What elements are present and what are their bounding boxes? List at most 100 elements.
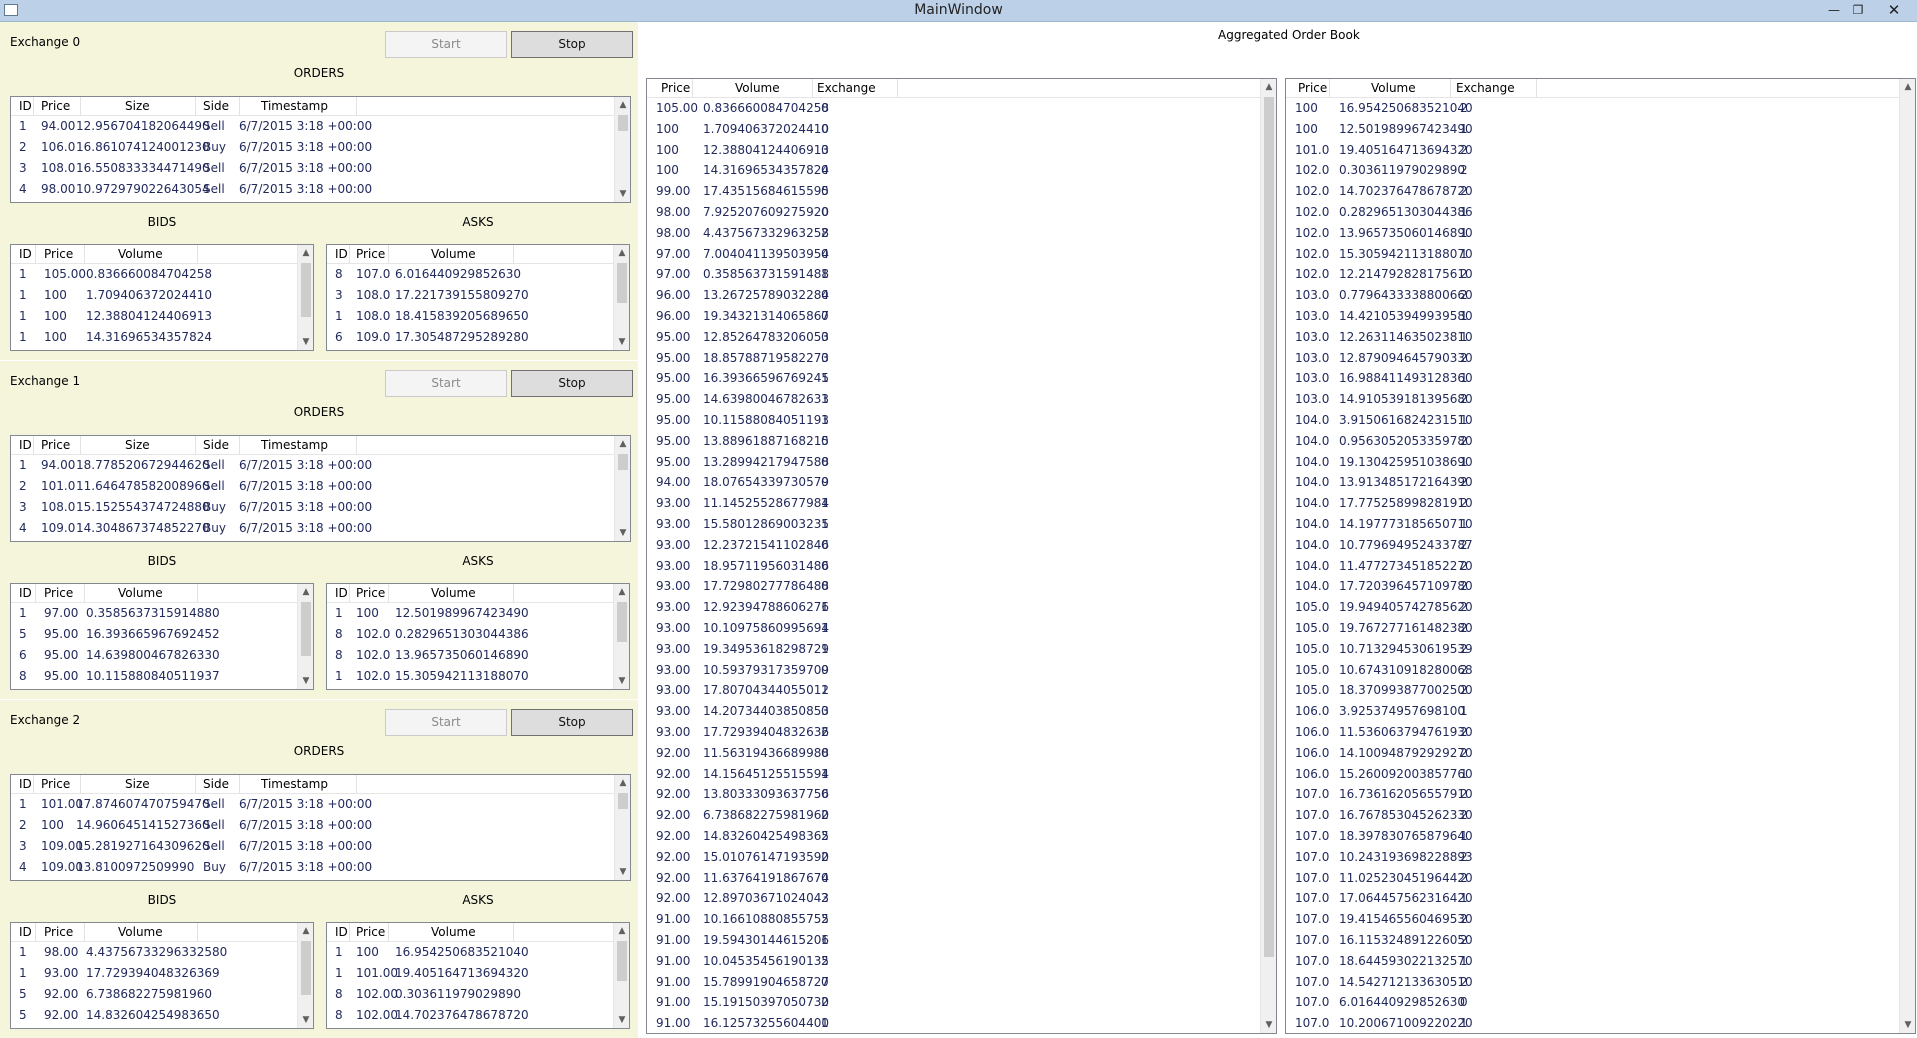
scroll-up-arrow-icon[interactable]: ▲ xyxy=(615,775,630,791)
table-row[interactable]: 4 98.00 10.972979022643054 Sell 6/7/2015 3:1… xyxy=(11,179,614,200)
table-row[interactable]: 96.00 13.26725789032284 0 xyxy=(647,285,1260,306)
table-row[interactable]: 93.00 18.95711956031486 0 xyxy=(647,556,1260,577)
table-row[interactable]: 106.0 15.260092003857760 1 xyxy=(1286,764,1899,785)
column-header[interactable]: ID xyxy=(19,247,32,261)
table-row[interactable]: 93.00 19.34953618298729 1 xyxy=(647,639,1260,660)
table-row[interactable]: 102.0 15.305942113188070 1 xyxy=(1286,244,1899,265)
vertical-scrollbar[interactable]: ▲ ▼ xyxy=(613,923,629,1028)
table-row[interactable]: 8 102.0 0.2829651303044386 xyxy=(327,624,613,645)
table-row[interactable]: 1 98.00 4.43756733296332580 xyxy=(11,942,297,963)
scroll-thumb[interactable] xyxy=(618,454,628,470)
table-row[interactable]: 107.0 17.064457562316420 1 xyxy=(1286,888,1899,909)
table-row[interactable]: 107.0 18.397830765879640 1 xyxy=(1286,826,1899,847)
column-header[interactable]: Timestamp xyxy=(261,438,328,452)
scroll-up-arrow-icon[interactable]: ▲ xyxy=(615,436,630,452)
column-header[interactable]: ID xyxy=(335,247,348,261)
table-row[interactable]: 91.00 19.59430144615206 1 xyxy=(647,930,1260,951)
aggregated-bids-grid[interactable]: Price Volume Exchange 105.00 0.8366600847042… xyxy=(646,78,1277,1034)
column-separator[interactable] xyxy=(84,584,85,602)
column-header[interactable]: Price xyxy=(661,81,690,95)
table-row[interactable]: 106.0 11.536063794761930 2 xyxy=(1286,722,1899,743)
minimize-icon[interactable]: — xyxy=(1824,1,1844,19)
table-row[interactable]: 103.0 0.7796433338800660 2 xyxy=(1286,285,1899,306)
table-row[interactable]: 94.00 18.07654339730579 0 xyxy=(647,472,1260,493)
table-row[interactable]: 105.0 19.949405742785620 2 xyxy=(1286,597,1899,618)
aggregated-asks-grid[interactable]: Price Volume Exchange 100 16.9542506835210​4… xyxy=(1285,78,1916,1034)
table-row[interactable]: 3 108.0 16.550833334471490 Sell 6/7/2015 3:1… xyxy=(11,158,614,179)
table-row[interactable]: 93.00 17.72980277786488 0 xyxy=(647,576,1260,597)
column-separator[interactable] xyxy=(80,97,81,115)
table-row[interactable]: 5 95.00 16.393665967692452 xyxy=(11,624,297,645)
table-row[interactable]: 107.0 16.115324891226050 2 xyxy=(1286,930,1899,951)
column-separator[interactable] xyxy=(897,79,898,97)
column-header[interactable]: Volume xyxy=(118,925,163,939)
table-row[interactable]: 95.00 14.63980046782633 1 xyxy=(647,389,1260,410)
table-row[interactable]: 91.00 10.04535456190135 2 xyxy=(647,951,1260,972)
column-separator[interactable] xyxy=(1536,79,1537,97)
table-row[interactable]: 92.00 15.01076147193590 2 xyxy=(647,847,1260,868)
column-header[interactable]: Side xyxy=(203,777,229,791)
column-separator[interactable] xyxy=(349,923,350,941)
vertical-scrollbar[interactable]: ▲ ▼ xyxy=(614,775,630,880)
table-row[interactable]: 105.0 10.713294530619539 2 xyxy=(1286,639,1899,660)
table-row[interactable]: 93.00 17.72939404832636 2 xyxy=(647,722,1260,743)
table-row[interactable]: 106.0 3.925374957698100 1 xyxy=(1286,701,1899,722)
column-separator[interactable] xyxy=(356,775,357,793)
table-row[interactable]: 104.0 19.130425951038690 1 xyxy=(1286,452,1899,473)
table-row[interactable]: 92.00 12.89703671024043 2 xyxy=(647,888,1260,909)
scroll-thumb[interactable] xyxy=(618,793,628,809)
scroll-down-arrow-icon[interactable]: ▼ xyxy=(615,864,630,880)
table-row[interactable]: 107.0 11.025230451964420 2 xyxy=(1286,868,1899,889)
column-separator[interactable] xyxy=(356,97,357,115)
scroll-down-arrow-icon[interactable]: ▼ xyxy=(1900,1017,1915,1033)
scroll-down-arrow-icon[interactable]: ▼ xyxy=(1261,1017,1276,1033)
column-separator[interactable] xyxy=(388,245,389,263)
table-row[interactable]: 105.0 19.767277161482380 2 xyxy=(1286,618,1899,639)
table-row[interactable]: 95.00 16.39366596769245 1 xyxy=(647,368,1260,389)
column-header[interactable]: Timestamp xyxy=(261,777,328,791)
column-separator[interactable] xyxy=(239,97,240,115)
table-row[interactable]: 100 14.31696534357824 0 xyxy=(647,160,1260,181)
column-separator[interactable] xyxy=(513,245,514,263)
column-header[interactable]: Size xyxy=(125,777,150,791)
table-row[interactable]: 95.00 13.28994217947588 0 xyxy=(647,452,1260,473)
table-row[interactable]: 3 108.0 15.152554374724880 Buy 6/7/2015 3:18… xyxy=(11,497,614,518)
column-separator[interactable] xyxy=(197,923,198,941)
table-row[interactable]: 91.00 10.16610880855755 2 xyxy=(647,909,1260,930)
table-row[interactable]: 91.00 15.19150397050730 2 xyxy=(647,992,1260,1013)
table-row[interactable]: 107.0 16.736162056557910 2 xyxy=(1286,784,1899,805)
table-row[interactable]: 97.00 7.004041139503954 0 xyxy=(647,244,1260,265)
table-row[interactable]: 107.0 10.243193698228893 2 xyxy=(1286,847,1899,868)
column-separator[interactable] xyxy=(1450,79,1451,97)
scroll-up-arrow-icon[interactable]: ▲ xyxy=(298,584,313,600)
vertical-scrollbar[interactable]: ▲ ▼ xyxy=(613,584,629,689)
table-row[interactable]: 105.00 0.836660084704258 0 xyxy=(647,98,1260,119)
column-header[interactable]: Price xyxy=(41,99,70,113)
table-row[interactable]: 1 108.0 18.415839205689650 xyxy=(327,306,613,327)
table-row[interactable]: 8 107.0 6.016440929852630 xyxy=(327,264,613,285)
column-separator[interactable] xyxy=(84,245,85,263)
vertical-scrollbar[interactable]: ▲ ▼ xyxy=(1899,79,1915,1033)
column-header[interactable]: ID xyxy=(19,777,32,791)
table-row[interactable]: 3 108.0 17.221739155809270 xyxy=(327,285,613,306)
table-row[interactable]: 100 12.501989967423490 1 xyxy=(1286,119,1899,140)
column-separator[interactable] xyxy=(349,584,350,602)
column-separator[interactable] xyxy=(239,436,240,454)
scroll-thumb[interactable] xyxy=(618,115,628,131)
table-row[interactable]: 1 100 1.709406372024410 xyxy=(11,285,297,306)
table-row[interactable]: 95.00 10.11588084051193 1 xyxy=(647,410,1260,431)
vertical-scrollbar[interactable]: ▲ ▼ xyxy=(297,923,313,1028)
column-header[interactable]: Price xyxy=(356,925,385,939)
table-row[interactable]: 107.0 19.415465560469530 2 xyxy=(1286,909,1899,930)
scroll-thumb[interactable] xyxy=(301,263,311,317)
column-header[interactable]: Exchange xyxy=(817,81,876,95)
table-row[interactable]: 1 100 12.501989967423490 xyxy=(327,603,613,624)
orders-grid[interactable]: ID Price Size Side Timestamp 1 101.00 17.874607… xyxy=(10,774,631,881)
column-header[interactable]: Size xyxy=(125,99,150,113)
table-row[interactable]: 107.0 16.767853045262330 2 xyxy=(1286,805,1899,826)
table-row[interactable]: 93.00 11.14525528677984 1 xyxy=(647,493,1260,514)
table-row[interactable]: 1 97.00 0.3585637315914880 xyxy=(11,603,297,624)
bids-grid[interactable]: ID Price Volume 1 105.00 0.836660084704258 1 10… xyxy=(10,244,314,351)
column-header[interactable]: Volume xyxy=(431,586,476,600)
table-row[interactable]: 5 92.00 14.832604254983650 xyxy=(11,1005,297,1026)
